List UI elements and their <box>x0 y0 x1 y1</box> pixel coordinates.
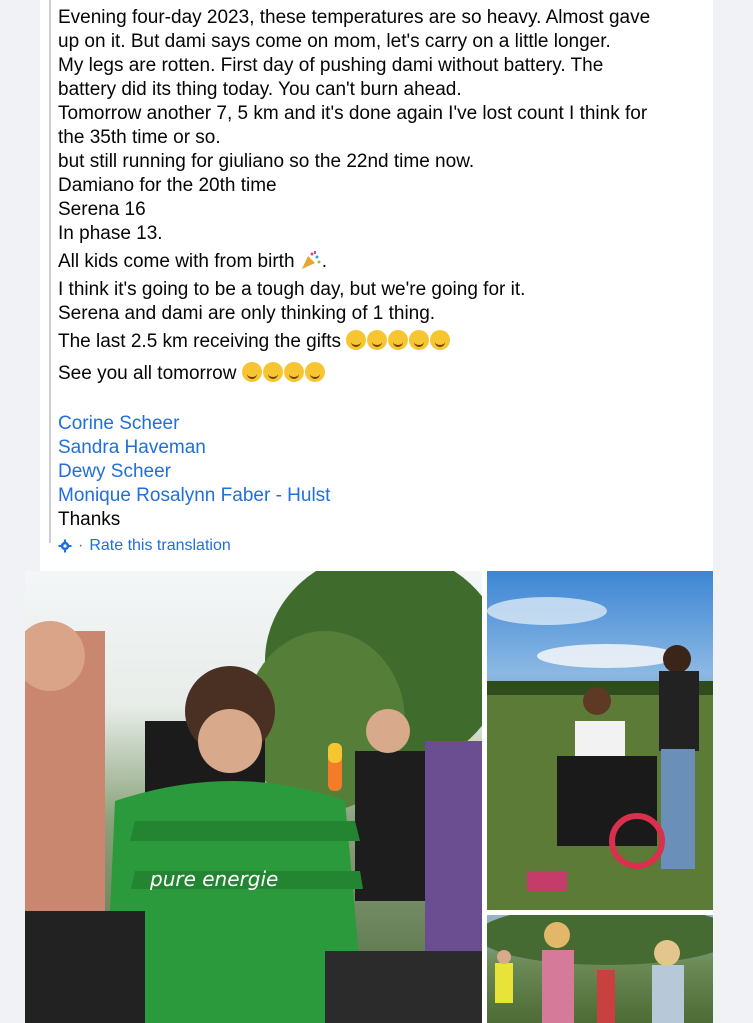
grinning-emoji-icon <box>304 362 325 382</box>
post-line: I think it's going to be a tough day, bu… <box>58 279 526 300</box>
mention-link[interactable]: Corine Scheer <box>58 412 708 436</box>
kissing-emoji-icon <box>241 362 262 382</box>
translated-post-text: Evening four-day 2023, these temperature… <box>58 6 708 532</box>
photo-bottom-right[interactable] <box>487 915 713 1023</box>
post-line: In phase 13. <box>58 223 163 244</box>
post-line: Evening four-day 2023, these temperature… <box>58 7 651 28</box>
separator-dot: · <box>78 537 84 554</box>
gifts-text: The last 2.5 km receiving the gifts <box>58 331 342 352</box>
post-line: Tomorrow another 7, 5 km and it's done a… <box>58 103 648 124</box>
jersey-brand-text: pure energie <box>149 867 278 891</box>
kissing-emoji-icon <box>283 362 304 382</box>
post-line: but still running for giuliano so the 22… <box>58 151 475 172</box>
rate-translation[interactable]: · Rate this translation <box>58 537 231 555</box>
grinning-emoji-icon <box>262 362 283 382</box>
photo-top-right[interactable] <box>487 571 713 910</box>
gear-icon <box>58 539 72 553</box>
laughing-emoji-icon <box>430 330 451 350</box>
rofl-emoji-icon <box>409 330 430 350</box>
photo-main[interactable]: pure energie <box>25 571 482 1023</box>
laughing-emoji-icon <box>388 330 409 350</box>
post-line-see: See you all tomorrow <box>58 362 708 386</box>
post-line: up on it. But dami says come on mom, let… <box>58 31 611 52</box>
party-popper-icon <box>301 251 321 269</box>
laughing-emoji-icon <box>346 330 367 350</box>
rofl-emoji-icon <box>367 330 388 350</box>
post-line-gifts: The last 2.5 km receiving the gifts <box>58 330 708 354</box>
post-line: Damiano for the 20th time <box>58 175 277 196</box>
post-line: battery did its thing today. You can't b… <box>58 79 462 100</box>
rate-translation-link[interactable]: Rate this translation <box>89 537 230 555</box>
photo-top-right-illustration <box>487 597 713 910</box>
photo-bottom-right-illustration <box>487 915 713 1023</box>
post-line: My legs are rotten. First day of pushing… <box>58 55 604 76</box>
kids-text-end: . <box>321 251 328 272</box>
kids-text: All kids come with from birth <box>58 251 295 272</box>
translation-quote-bar <box>49 0 51 543</box>
post-line: the 35th time or so. <box>58 127 221 148</box>
post-line-kids: All kids come with from birth . <box>58 250 708 274</box>
mention-link[interactable]: Sandra Haveman <box>58 436 708 460</box>
thanks-text: Thanks <box>58 509 121 530</box>
see-text: See you all tomorrow <box>58 363 237 384</box>
mention-link[interactable]: Dewy Scheer <box>58 460 708 484</box>
mention-link[interactable]: Monique Rosalynn Faber - Hulst <box>58 484 708 508</box>
post-line: Serena 16 <box>58 199 146 220</box>
photo-main-illustration: pure energie <box>25 571 482 1023</box>
post-line: Serena and dami are only thinking of 1 t… <box>58 303 436 324</box>
